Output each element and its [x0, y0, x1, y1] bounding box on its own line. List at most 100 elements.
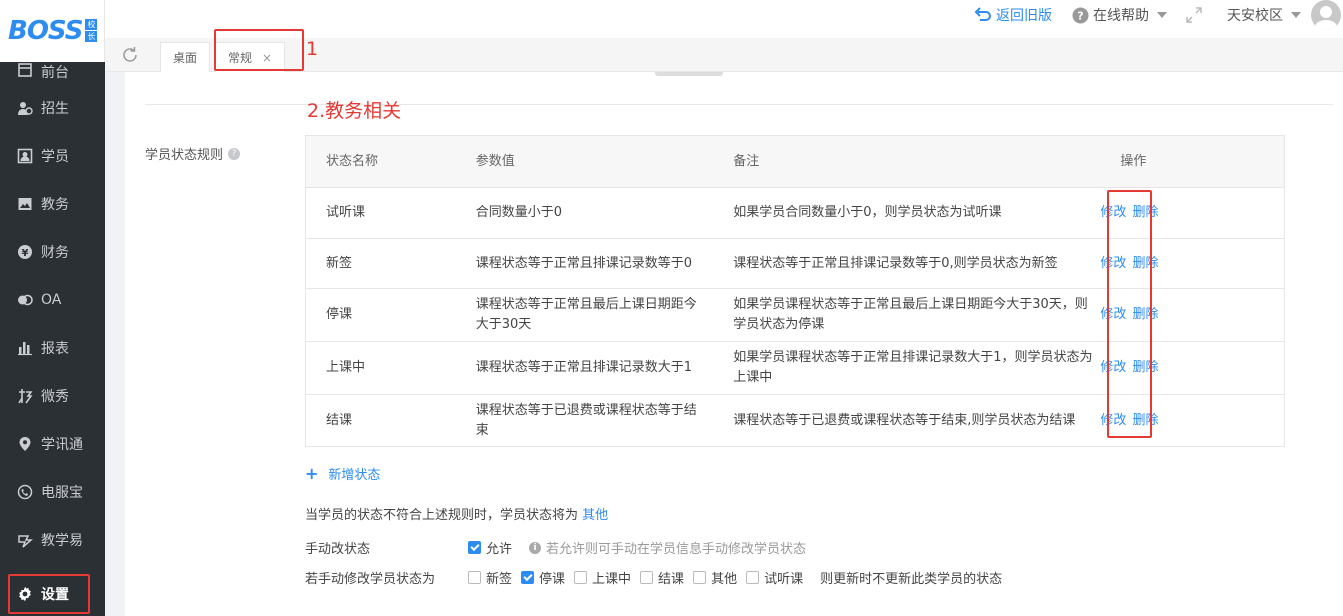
add-status-label: 新增状态	[328, 468, 381, 483]
sidebar-nav: 前台 招生 学员 教务 ¥ 财务 OA 报表 微秀 学讯通 电服宝 教学易	[0, 62, 105, 564]
sidebar-item-label: 学员	[41, 149, 69, 165]
oa-icon	[17, 292, 33, 308]
sidebar-item-recruit[interactable]: 招生	[0, 84, 105, 132]
academic-icon	[17, 196, 33, 212]
status-note: 如果学员课程状态等于正常且最后上课日期距今大于30天，则学员状态为停课	[733, 297, 1088, 332]
status-param: 课程状态等于正常且排课记录数大于1	[475, 360, 692, 375]
help-icon: ?	[1072, 7, 1089, 23]
svg-text:¥: ¥	[22, 248, 29, 259]
status-param: 课程状态等于正常且排课记录数等于0	[475, 255, 692, 271]
sidebar-item-label: 教学易	[41, 533, 83, 549]
sidebar-item-label: 招生	[41, 101, 69, 117]
sidebar-item-student[interactable]: 学员	[0, 132, 105, 180]
column-header: 状态名称	[326, 153, 379, 169]
question-icon[interactable]: ?	[228, 147, 241, 160]
checkbox-jieke[interactable]: 结课	[640, 568, 684, 587]
status-note: 课程状态等于正常且排课记录数等于0,则学员状态为新签	[733, 255, 1058, 271]
column-header: 参数值	[475, 153, 515, 169]
tab-desktop[interactable]: 桌面	[160, 42, 211, 72]
svg-text:?: ?	[1077, 9, 1083, 22]
sidebar-item-label: 报表	[41, 341, 69, 357]
table-header: 状态名称 参数值 备注 操作	[306, 136, 1284, 187]
status-param: 合同数量小于0	[475, 205, 562, 220]
avatar[interactable]	[1311, 0, 1341, 30]
tab-label: 桌面	[173, 51, 198, 65]
caret-down-icon	[1157, 12, 1167, 18]
manual-status-label: 若手动修改学员状态为	[305, 572, 436, 587]
phone-service-icon	[17, 484, 33, 500]
sidebar-item-label: 学讯通	[41, 437, 83, 453]
logo-text: BOSS	[8, 16, 83, 46]
checkbox-label: 上课中	[592, 572, 632, 587]
allow-checkbox[interactable]: 允许	[468, 538, 512, 557]
column-header: 备注	[733, 153, 760, 169]
status-name: 结课	[326, 412, 353, 428]
manual-change-label: 手动改状态	[305, 542, 371, 557]
campus-label: 天安校区	[1227, 8, 1283, 24]
fallback-value[interactable]: 其他	[582, 508, 608, 523]
checkbox-label: 其他	[711, 572, 738, 587]
back-old-label: 返回旧版	[996, 8, 1052, 24]
status-param: 课程状态等于正常且最后上课日期距今大于30天	[475, 297, 697, 332]
location-icon	[17, 436, 33, 452]
status-name: 试听课	[326, 205, 366, 220]
sidebar-item-label: 财务	[41, 245, 69, 261]
scroll-indicator	[655, 72, 723, 76]
sidebar-item-dianfubao[interactable]: 电服宝	[0, 468, 105, 516]
campus-selector[interactable]: 天安校区	[1227, 5, 1301, 25]
status-note: 如果学员合同数量小于0，则学员状态为试听课	[733, 205, 1002, 220]
hint-text: 若允许则可手动在学员信息手动修改学员状态	[546, 542, 807, 557]
fullscreen-icon[interactable]	[1185, 6, 1203, 24]
checkbox-shitingke[interactable]: 试听课	[746, 568, 803, 587]
logo[interactable]: BOSS 校 长	[0, 0, 105, 62]
sidebar-item-report[interactable]: 报表	[0, 324, 105, 372]
fallback-text: 当学员的状态不符合上述规则时，学员状态将为	[305, 508, 579, 523]
logo-badge: 校 长	[85, 19, 98, 43]
add-status-button[interactable]: + 新增状态	[305, 464, 380, 483]
manual-status-row: 若手动修改学员状态为 新签 停课 上课中 结课 其他 试听课 则更新时不更新此类…	[305, 568, 1002, 587]
status-rules-label: 学员状态规则 ?	[145, 144, 241, 163]
teaching-icon	[17, 532, 33, 548]
sidebar-item-label: 前台	[41, 65, 69, 81]
manual-change-row: 手动改状态 允许 i 若允许则可手动在学员信息手动修改学员状态	[305, 538, 806, 557]
sidebar-item-label: 电服宝	[41, 485, 83, 501]
back-old-version-link[interactable]: 返回旧版	[974, 5, 1052, 25]
plus-icon: +	[305, 464, 319, 483]
sidebar-item-xuexuntong[interactable]: 学讯通	[0, 420, 105, 468]
status-note: 课程状态等于已退费或课程状态等于结束,则学员状态为结课	[733, 412, 1076, 428]
refresh-icon[interactable]	[121, 46, 139, 64]
sidebar-item-label: OA	[41, 292, 62, 308]
sidebar-item-oa[interactable]: OA	[0, 276, 105, 324]
sidebar-item-frontdesk[interactable]: 前台	[0, 62, 105, 84]
checkbox-label: 新签	[486, 572, 513, 587]
checkbox-shangkezhong[interactable]: 上课中	[574, 568, 631, 587]
checkbox-qita[interactable]: 其他	[693, 568, 737, 587]
status-param: 课程状态等于已退费或课程状态等于结束	[475, 402, 697, 438]
report-icon	[17, 340, 33, 356]
checkbox-box	[468, 571, 481, 584]
manual-status-suffix: 则更新时不更新此类学员的状态	[820, 572, 1003, 587]
checkbox-label: 允许	[486, 542, 513, 557]
checkbox-tingke[interactable]: 停课	[521, 568, 565, 587]
status-note: 如果学员课程状态等于正常且排课记录数大于1，则学员状态为上课中	[733, 350, 1093, 385]
sidebar-item-academic[interactable]: 教务	[0, 180, 105, 228]
checkbox-xinqian[interactable]: 新签	[468, 568, 512, 587]
return-icon	[974, 7, 991, 21]
checkbox-box	[521, 571, 535, 584]
status-rules-title: 学员状态规则	[145, 148, 224, 163]
logo-badge-bottom: 长	[85, 31, 98, 42]
fallback-rule: 当学员的状态不符合上述规则时，学员状态将为 其他	[305, 504, 608, 523]
finance-icon: ¥	[17, 244, 33, 260]
sidebar-item-jiaoxueyi[interactable]: 教学易	[0, 516, 105, 564]
sidebar-item-weixiu[interactable]: 微秀	[0, 372, 105, 420]
manual-hint: i 若允许则可手动在学员信息手动修改学员状态	[529, 538, 806, 557]
logo-badge-top: 校	[85, 19, 98, 30]
checkbox-box	[468, 541, 481, 554]
sidebar-item-finance[interactable]: ¥ 财务	[0, 228, 105, 276]
sidebar-item-label: 教务	[41, 197, 69, 213]
sidebar-item-label: 微秀	[41, 389, 69, 405]
caret-down-icon	[1291, 12, 1301, 18]
highlight-edit-column	[1107, 190, 1152, 438]
online-help-menu[interactable]: ? 在线帮助	[1072, 5, 1167, 25]
weixiu-icon	[17, 388, 33, 404]
